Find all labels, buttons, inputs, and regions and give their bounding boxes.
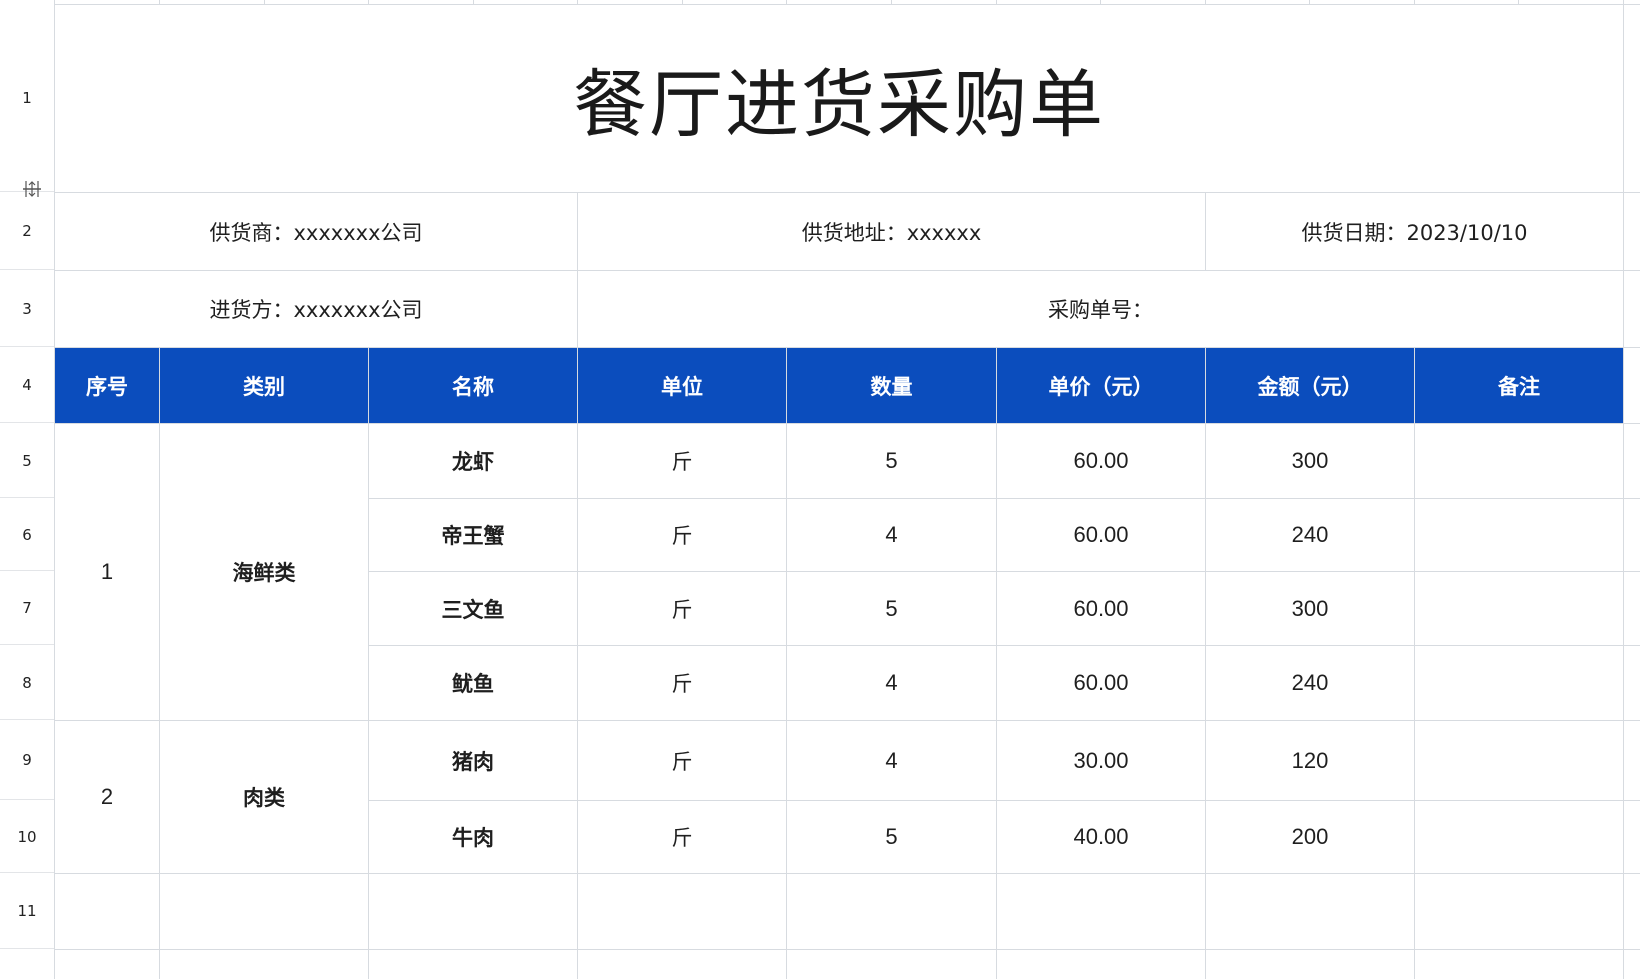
header-name[interactable]: 名称	[369, 348, 577, 423]
group-seq-cell[interactable]: 2	[55, 721, 159, 873]
item-price-cell[interactable]: 60.00	[997, 424, 1205, 498]
buyer-cell[interactable]: 进货方：xxxxxxx公司	[55, 271, 577, 347]
item-amount-cell[interactable]: 300	[1206, 572, 1414, 645]
header-unit[interactable]: 单位	[578, 348, 786, 423]
item-note-cell[interactable]	[1415, 721, 1623, 800]
item-amount-cell[interactable]: 240	[1206, 499, 1414, 571]
supplier-address-cell[interactable]: 供货地址：xxxxxx	[578, 193, 1205, 270]
row-header[interactable]: 4	[0, 348, 54, 423]
row-header[interactable]: 6	[0, 499, 54, 571]
item-quantity-cell[interactable]: 5	[787, 424, 996, 498]
item-note-cell[interactable]	[1415, 499, 1623, 571]
item-name-cell[interactable]: 龙虾	[369, 424, 577, 498]
group-category-cell[interactable]: 肉类	[160, 721, 368, 873]
group-category-cell[interactable]: 海鲜类	[160, 424, 368, 720]
row-header[interactable]: 11	[0, 874, 54, 949]
row-header[interactable]: 10	[0, 801, 54, 873]
item-note-cell[interactable]	[1415, 646, 1623, 720]
row-header[interactable]: 3	[0, 271, 54, 347]
row-header[interactable]: 5	[0, 424, 54, 498]
item-amount-cell[interactable]: 120	[1206, 721, 1414, 800]
item-note-cell[interactable]	[1415, 572, 1623, 645]
item-unit-cell[interactable]: 斤	[578, 424, 786, 498]
item-unit-cell[interactable]: 斤	[578, 499, 786, 571]
item-quantity-cell[interactable]: 4	[787, 646, 996, 720]
item-name-cell[interactable]: 牛肉	[369, 801, 577, 873]
sheet-title[interactable]: 餐厅进货采购单	[55, 5, 1623, 192]
row-header[interactable]: 7	[0, 572, 54, 645]
order-number-cell[interactable]: 采购单号：	[578, 271, 1623, 347]
row-header[interactable]: 9	[0, 721, 54, 800]
header-unit-price[interactable]: 单价（元）	[997, 348, 1205, 423]
row-header[interactable]: 8	[0, 646, 54, 720]
group-seq-cell[interactable]: 1	[55, 424, 159, 720]
item-unit-cell[interactable]: 斤	[578, 572, 786, 645]
item-quantity-cell[interactable]: 5	[787, 801, 996, 873]
item-quantity-cell[interactable]: 5	[787, 572, 996, 645]
item-price-cell[interactable]: 30.00	[997, 721, 1205, 800]
row-header[interactable]: 2	[0, 193, 54, 270]
item-unit-cell[interactable]: 斤	[578, 721, 786, 800]
item-price-cell[interactable]: 60.00	[997, 499, 1205, 571]
item-note-cell[interactable]	[1415, 424, 1623, 498]
item-amount-cell[interactable]: 200	[1206, 801, 1414, 873]
item-price-cell[interactable]: 60.00	[997, 572, 1205, 645]
header-quantity[interactable]: 数量	[787, 348, 996, 423]
item-unit-cell[interactable]: 斤	[578, 801, 786, 873]
item-amount-cell[interactable]: 300	[1206, 424, 1414, 498]
header-amount[interactable]: 金额（元）	[1206, 348, 1414, 423]
supplier-cell[interactable]: 供货商：xxxxxxx公司	[55, 193, 577, 270]
header-category[interactable]: 类别	[160, 348, 368, 423]
item-price-cell[interactable]: 40.00	[997, 801, 1205, 873]
row-resize-icon[interactable]	[20, 180, 44, 198]
item-name-cell[interactable]: 猪肉	[369, 721, 577, 800]
spreadsheet: 1 2 3 4 5 6 7 8 9 10 11 餐厅进货采购单 供货商：xxxx…	[0, 0, 1640, 979]
row-header[interactable]: 1	[0, 5, 54, 192]
item-unit-cell[interactable]: 斤	[578, 646, 786, 720]
header-overflow	[1624, 348, 1640, 423]
item-name-cell[interactable]: 三文鱼	[369, 572, 577, 645]
header-note[interactable]: 备注	[1415, 348, 1623, 423]
item-name-cell[interactable]: 鱿鱼	[369, 646, 577, 720]
item-amount-cell[interactable]: 240	[1206, 646, 1414, 720]
item-note-cell[interactable]	[1415, 801, 1623, 873]
item-quantity-cell[interactable]: 4	[787, 721, 996, 800]
header-seq[interactable]: 序号	[55, 348, 159, 423]
item-quantity-cell[interactable]: 4	[787, 499, 996, 571]
supply-date-cell[interactable]: 供货日期：2023/10/10	[1206, 193, 1623, 270]
item-name-cell[interactable]: 帝王蟹	[369, 499, 577, 571]
item-price-cell[interactable]: 60.00	[997, 646, 1205, 720]
